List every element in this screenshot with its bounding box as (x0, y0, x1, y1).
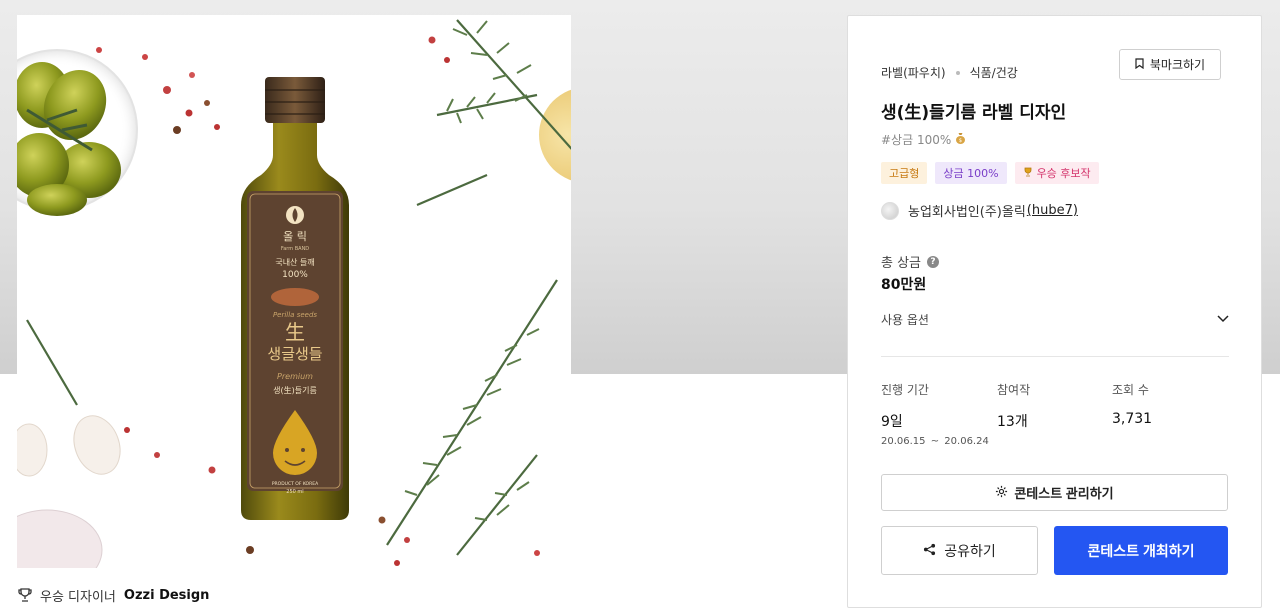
host-info[interactable]: 농업회사법인(주)올릭 (hube7) (881, 201, 1078, 220)
chevron-down-icon (1217, 312, 1229, 326)
host-avatar (881, 201, 899, 220)
stat-period-label: 진행 기간 (881, 383, 929, 397)
manage-contest-label: 콘테스트 관리하기 (1014, 486, 1114, 501)
total-prize-label: 총 상금 (881, 256, 922, 271)
stat-views: 조회 수 3,731 (1112, 381, 1152, 427)
bookmark-button[interactable]: 북마크하기 (1119, 49, 1221, 80)
hashtag[interactable]: #상금 100% (881, 131, 951, 148)
period-end: 20.06.24 (944, 436, 989, 447)
label-brand-en: Farm BAND (281, 246, 309, 252)
stat-views-value: 3,731 (1112, 411, 1153, 427)
share-label: 공유하기 (944, 542, 996, 559)
winner-label: 우승 디자이너 (40, 589, 116, 605)
trophy-icon (1023, 167, 1033, 180)
label-name: 생글생들 (267, 345, 322, 363)
tag-premium: 고급형 (881, 162, 928, 184)
money-bag-icon: $ (955, 132, 966, 147)
winner-designer: 우승 디자이너 Ozzi Design (18, 586, 210, 605)
period-start: 20.06.15 (881, 436, 926, 447)
stat-views-label: 조회 수 (1112, 383, 1149, 397)
label-volume: 250 ml (286, 489, 303, 495)
label-percent: 100% (282, 270, 308, 280)
help-icon[interactable]: ? (927, 255, 940, 268)
olive-bowl (17, 49, 138, 216)
tag-list: 고급형 상금 100% 우승 후보작 (881, 162, 1099, 184)
tag-candidate-label: 우승 후보작 (1036, 167, 1091, 180)
stat-entries-value: 13개 (997, 414, 1028, 430)
stat-period-dates: 20.06.15 ~ 20.06.24 (881, 436, 989, 447)
bookmark-icon (1135, 57, 1144, 72)
host-contest-button[interactable]: 콘테스트 개최하기 (1054, 526, 1228, 575)
tag-candidate: 우승 후보작 (1014, 162, 1099, 184)
breadcrumb-subcategory[interactable]: 식품/건강 (970, 64, 1018, 81)
tag-prize: 상금 100% (935, 162, 1007, 184)
label-premium: Premium (277, 372, 313, 381)
breadcrumb-category[interactable]: 라벨(파우치) (881, 64, 946, 81)
total-prize-label-row: 총 상금 ? (881, 252, 940, 271)
svg-text:$: $ (959, 138, 962, 144)
trophy-icon (18, 588, 32, 602)
contest-stats: 진행 기간 9일 20.06.15 ~ 20.06.24 참여작 13개 조회 … (881, 381, 1229, 447)
contest-title: 생(生)들기름 라벨 디자인 (881, 103, 1067, 123)
stat-period-value: 9일 (881, 414, 903, 430)
breadcrumb-separator (955, 70, 960, 75)
label-origin: 국내산 들깨 (275, 257, 314, 267)
winner-name[interactable]: Ozzi Design (124, 588, 210, 603)
manage-contest-button[interactable]: 콘테스트 관리하기 (881, 474, 1228, 511)
honey-bowl (539, 89, 571, 181)
product-image[interactable]: 올 릭 Farm BAND 국내산 들깨 100% Perilla seeds … (17, 15, 571, 568)
label-product-of: PRODUCT OF KOREA (272, 481, 319, 487)
garlic (17, 415, 121, 568)
host-name: 농업회사법인(주)올릭 (908, 205, 1026, 220)
label-brand: 올 릭 (283, 230, 307, 243)
stat-entries: 참여작 13개 (997, 381, 1030, 431)
total-prize-value: 80만원 (881, 277, 927, 293)
usage-options-toggle[interactable]: 사용 옵션 (881, 308, 1229, 330)
stat-period: 진행 기간 9일 20.06.15 ~ 20.06.24 (881, 381, 989, 447)
label-seeds: Perilla seeds (273, 311, 317, 319)
breadcrumb: 라벨(파우치) 식품/건강 (881, 64, 1018, 81)
gear-icon (995, 485, 1008, 501)
contest-info-panel: 라벨(파우치) 식품/건강 북마크하기 생(生)들기름 라벨 디자인 #상금 1… (847, 15, 1262, 608)
divider (881, 356, 1229, 357)
host-handle[interactable]: (hube7) (1027, 203, 1078, 218)
share-button[interactable]: 공유하기 (881, 526, 1038, 575)
share-icon (923, 543, 936, 559)
label-char: 生 (285, 320, 305, 344)
period-separator: ~ (930, 436, 940, 447)
usage-options-label: 사용 옵션 (881, 312, 929, 327)
bookmark-label: 북마크하기 (1149, 58, 1206, 72)
hashtag-row: #상금 100% $ (881, 131, 966, 148)
label-sub: 생(生)들기름 (273, 385, 317, 395)
stat-entries-label: 참여작 (997, 383, 1031, 397)
